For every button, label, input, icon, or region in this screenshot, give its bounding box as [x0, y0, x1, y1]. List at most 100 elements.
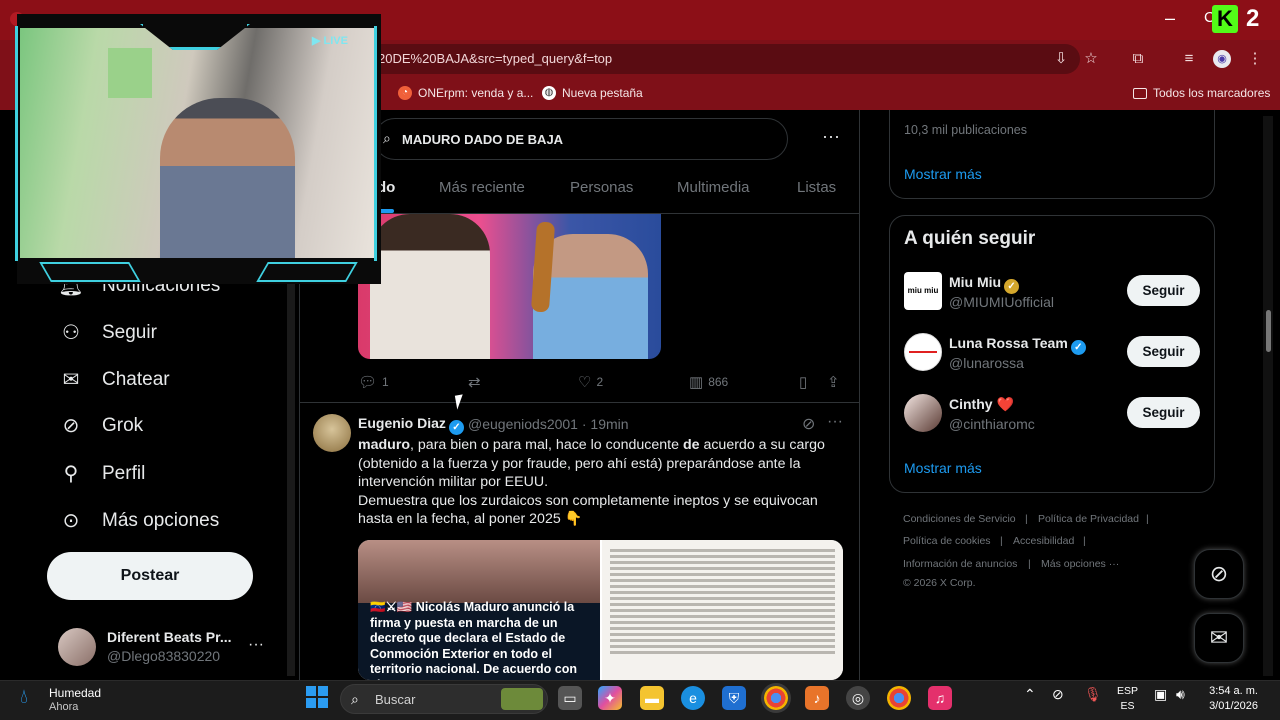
tray-overflow-icon[interactable]: ⌃	[1024, 686, 1036, 703]
account-more-icon[interactable]: ···	[248, 636, 264, 654]
weather-widget[interactable]: 💧︎ Humedad Ahora	[20, 683, 130, 715]
bookmark-button[interactable]: ▯	[799, 373, 807, 391]
nav-follow[interactable]: ⚇ Seguir	[58, 317, 157, 349]
install-app-icon[interactable]: ⇩	[1052, 50, 1070, 68]
tiktok-icon[interactable]: ♫	[928, 686, 952, 710]
nav-profile[interactable]: ⚲ Perfil	[58, 458, 146, 490]
avatar[interactable]	[313, 414, 351, 452]
tweet-author-handle[interactable]: @eugeniods2001 · 19min	[468, 416, 629, 432]
footer-accessibility[interactable]: Accesibilidad	[1013, 535, 1074, 547]
more-circle-icon: ⊙	[62, 510, 80, 532]
repost-button[interactable]: ⇄	[468, 373, 481, 391]
menu-kebab-icon[interactable]: ⋮	[1246, 50, 1264, 68]
avatar	[904, 394, 942, 432]
footer-terms[interactable]: Condiciones de Servicio	[903, 513, 1016, 525]
bookmark-icon: ▯	[799, 374, 808, 391]
reply-button[interactable]: 💬︎ 1	[358, 373, 389, 391]
footer-ads-info[interactable]: Información de anuncios	[903, 558, 1017, 570]
nav-chat[interactable]: ✉ Chatear	[58, 364, 170, 396]
chrome-icon[interactable]	[764, 686, 788, 710]
tweet-image[interactable]	[358, 214, 661, 359]
search-input[interactable]: ⌕ MADURO DADO DE BAJA	[374, 118, 788, 160]
bookmark-new-tab[interactable]: ◍ Nueva pestaña	[542, 86, 643, 100]
search-icon: ⌕	[383, 130, 391, 146]
tweet-media[interactable]: 🇻🇪⚔🇺🇸 Nicolás Maduro anunció la firma y …	[358, 540, 843, 680]
tray-network-icon[interactable]: ⊘	[1052, 686, 1064, 703]
grok-fab-icon[interactable]: ⊘	[1194, 549, 1244, 599]
media-caption: 🇻🇪⚔🇺🇸 Nicolás Maduro anunció la firma y …	[370, 600, 577, 680]
who-to-follow-title: A quién seguir	[904, 228, 1036, 249]
profile-icon[interactable]: ◉	[1213, 50, 1231, 68]
tab-lists[interactable]: Listas	[797, 179, 836, 196]
follow-button[interactable]: Seguir	[1127, 397, 1200, 428]
screen: – C K 2 20DE%20BAJA&src=typed_query&f=to…	[0, 0, 1280, 720]
repost-icon: ⇄	[468, 374, 481, 391]
avatar	[904, 333, 942, 371]
all-bookmarks[interactable]: Todos los marcadores	[1133, 86, 1270, 100]
post-button[interactable]: Postear	[47, 552, 253, 600]
fl-studio-icon[interactable]: ♪	[805, 686, 829, 710]
follow-button[interactable]: Seguir	[1127, 275, 1200, 306]
nav-grok[interactable]: ⊘ Grok	[58, 410, 144, 442]
obs-icon[interactable]: ◎	[846, 686, 870, 710]
share-button[interactable]: ⇪	[827, 373, 840, 391]
media-photo: 🇻🇪⚔🇺🇸 Nicolás Maduro anunció la firma y …	[358, 540, 600, 680]
language-indicator[interactable]: ESP ES	[1117, 684, 1138, 714]
who-to-follow-show-more[interactable]: Mostrar más	[904, 460, 982, 476]
tweet-more-icon[interactable]: ···	[827, 413, 843, 431]
avatar	[58, 628, 96, 666]
minimize-icon[interactable]: –	[1160, 8, 1180, 28]
overlay-frame-bottom-left	[39, 262, 141, 282]
search-more-icon[interactable]: ···	[822, 126, 840, 147]
footer-more[interactable]: Más opciones ···	[1041, 558, 1119, 570]
extensions-icon[interactable]: ⧉	[1129, 50, 1147, 68]
bookmark-onerpm[interactable]: ◔ ONErpm: venda y a...	[398, 86, 533, 100]
trends-show-more[interactable]: Mostrar más	[904, 166, 982, 182]
account-switcher[interactable]: Diferent Beats Pr... @Dlego83830220 ···	[58, 626, 278, 666]
edge-icon[interactable]: e	[681, 686, 705, 710]
footer-cookies[interactable]: Política de cookies	[903, 535, 991, 547]
streamer	[160, 98, 295, 258]
footer-privacy[interactable]: Política de Privacidad	[1038, 513, 1139, 525]
suggestion-lunarossa[interactable]: Luna Rossa Team ✓ @lunarossa Seguir	[904, 333, 1204, 373]
windows-start-icon[interactable]	[306, 686, 328, 708]
like-button[interactable]: ♡ 2	[578, 373, 603, 391]
overlay-frame-right	[374, 26, 377, 261]
verified-badge-icon: ✓	[448, 420, 464, 435]
heart-icon: ♡	[578, 374, 592, 391]
file-explorer-icon[interactable]: ▬	[640, 686, 664, 710]
bookmark-star-icon[interactable]: ☆	[1082, 50, 1100, 68]
copilot-icon[interactable]: ✦	[598, 686, 622, 710]
messages-fab-icon[interactable]: ✉	[1194, 613, 1244, 663]
page-scrollbar[interactable]	[1263, 116, 1273, 676]
tab-latest[interactable]: Más reciente	[439, 179, 525, 196]
suggestion-cinthy[interactable]: Cinthy ❤️ @cinthiaromc Seguir	[904, 394, 1204, 434]
media-control-icon[interactable]: ≡	[1180, 50, 1198, 68]
person-icon: ⚲	[63, 463, 79, 485]
nav-more-options[interactable]: ⊙ Más opciones	[58, 505, 220, 537]
views-button[interactable]: ▥ 866	[689, 373, 728, 391]
url-text[interactable]: 20DE%20BAJA&src=typed_query&f=top	[378, 51, 612, 66]
media-document	[602, 540, 843, 680]
footer-copyright: © 2026 X Corp.	[903, 577, 976, 589]
onerpm-icon: ◔	[398, 86, 412, 100]
suggestion-miumiu[interactable]: miu miu Miu Miu ✓ @MIUMIUofficial Seguir	[904, 272, 1204, 312]
system-clock[interactable]: 3:54 a. m. 3/01/2026	[1200, 684, 1258, 714]
security-shield-icon[interactable]: ⛨	[722, 686, 746, 710]
tray-mic-icon[interactable]: 🎙︎	[1084, 686, 1102, 703]
tweet-text[interactable]: maduro, para bien o para mal, hace lo co…	[358, 436, 838, 529]
tab-media[interactable]: Multimedia	[677, 179, 750, 196]
task-view-icon[interactable]: ▭	[558, 686, 582, 710]
follow-button[interactable]: Seguir	[1127, 336, 1200, 367]
tray-display-icon[interactable]: ▣	[1154, 686, 1167, 703]
humidity-icon: 💧︎	[20, 686, 28, 708]
tab-people[interactable]: Personas	[570, 179, 633, 196]
tray-volume-icon[interactable]: 🔊︎	[1176, 686, 1185, 703]
scrollbar-thumb[interactable]	[1266, 310, 1271, 352]
tweet-author-name[interactable]: Eugenio Diaz ✓	[358, 415, 464, 435]
account-name: Diferent Beats Pr...	[107, 629, 232, 645]
tweet-divider	[300, 402, 859, 403]
grok-icon[interactable]: ⊘	[802, 414, 815, 434]
chrome-profile-icon[interactable]	[887, 686, 911, 710]
taskbar-search-input[interactable]: ⌕ Buscar	[340, 684, 548, 714]
